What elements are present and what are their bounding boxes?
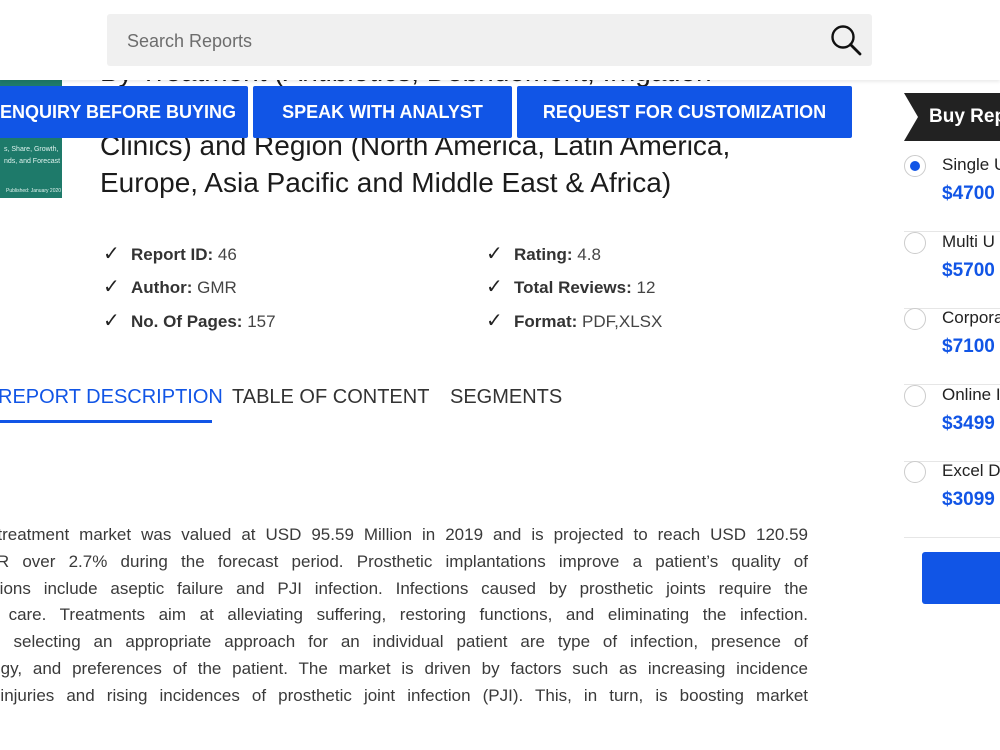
search-button[interactable] — [828, 22, 864, 58]
license-price: $5700 — [942, 260, 995, 281]
buy-now-button[interactable] — [922, 552, 1000, 604]
check-icon: ✓ — [103, 276, 120, 298]
license-option-online[interactable]: Online I $3499 — [904, 385, 1000, 462]
meta-pages: ✓ No. Of Pages: 157 — [103, 310, 276, 332]
radio-button[interactable] — [904, 308, 926, 330]
description-line: plications include aseptic failure and P… — [0, 578, 808, 598]
tab-table-of-content[interactable]: TABLE OF CONTENT — [232, 386, 429, 409]
license-price: $3499 — [942, 413, 995, 434]
meta-total-reviews: ✓ Total Reviews: 12 — [486, 276, 656, 298]
radio-button[interactable] — [904, 385, 926, 407]
active-tab-indicator — [0, 420, 212, 423]
tab-segments[interactable]: SEGMENTS — [450, 386, 562, 409]
license-price: $3099 — [942, 489, 995, 510]
license-option-corporate[interactable]: Corpora $7100 — [904, 308, 1000, 385]
report-description-text: ons treatment market was valued at USD 9… — [0, 522, 808, 710]
license-option-single-user[interactable]: Single U $4700 — [904, 155, 1000, 232]
description-line: ons treatment market was valued at USD 9… — [0, 525, 808, 544]
check-icon: ✓ — [486, 243, 503, 265]
license-option-excel[interactable]: Excel D $3099 — [904, 461, 1000, 538]
meta-author: ✓ Author: GMR — [103, 276, 237, 298]
license-option-multi-user[interactable]: Multi U $5700 — [904, 232, 1000, 309]
cover-text-line: nds, and Forecast — [4, 158, 61, 165]
description-line: CAGR over 2.7% during the forecast perio… — [0, 551, 808, 571]
license-name: Online I — [942, 385, 1000, 404]
enquiry-before-buying-button[interactable]: ENQUIRY BEFORE BUYING — [0, 86, 248, 138]
description-line: when selecting an appropriate approach f… — [0, 632, 808, 652]
check-icon: ✓ — [103, 310, 120, 332]
check-icon: ✓ — [103, 243, 120, 265]
description-line: etiology, and preferences of the patient… — [0, 658, 808, 678]
license-name: Corpora — [942, 308, 1000, 327]
search-input[interactable] — [125, 14, 809, 68]
meta-report-id: ✓ Report ID: 46 — [103, 243, 237, 265]
cover-text-line: s, Share, Growth, — [4, 146, 59, 153]
license-name: Single U — [942, 155, 1000, 174]
license-price: $7100 — [942, 336, 995, 357]
check-icon: ✓ — [486, 276, 503, 298]
license-price: $4700 — [942, 183, 995, 204]
tab-report-description[interactable]: REPORT DESCRIPTION — [0, 386, 223, 409]
check-icon: ✓ — [486, 310, 503, 332]
report-title-line: Europe, Asia Pacific and Middle East & A… — [100, 167, 672, 198]
speak-with-analyst-button[interactable]: SPEAK WITH ANALYST — [253, 86, 512, 138]
radio-button[interactable] — [904, 155, 926, 177]
header-bar — [0, 0, 1000, 80]
search-box — [107, 14, 872, 68]
meta-format: ✓ Format: PDF,XLSX — [486, 310, 663, 332]
buy-report-heading: Buy Rep — [904, 93, 1000, 141]
meta-rating: ✓ Rating: 4.8 — [486, 243, 601, 265]
license-name: Excel D — [942, 461, 1000, 480]
description-line: orts injuries and rising incidences of p… — [0, 685, 808, 705]
radio-button[interactable] — [904, 461, 926, 483]
search-icon — [831, 25, 862, 56]
description-line: gical care. Treatments aim at alleviatin… — [0, 605, 808, 625]
cover-published: Published: January 2020 — [6, 188, 62, 194]
radio-button[interactable] — [904, 232, 926, 254]
license-name: Multi U — [942, 232, 995, 251]
request-customization-button[interactable]: REQUEST FOR CUSTOMIZATION — [517, 86, 852, 138]
